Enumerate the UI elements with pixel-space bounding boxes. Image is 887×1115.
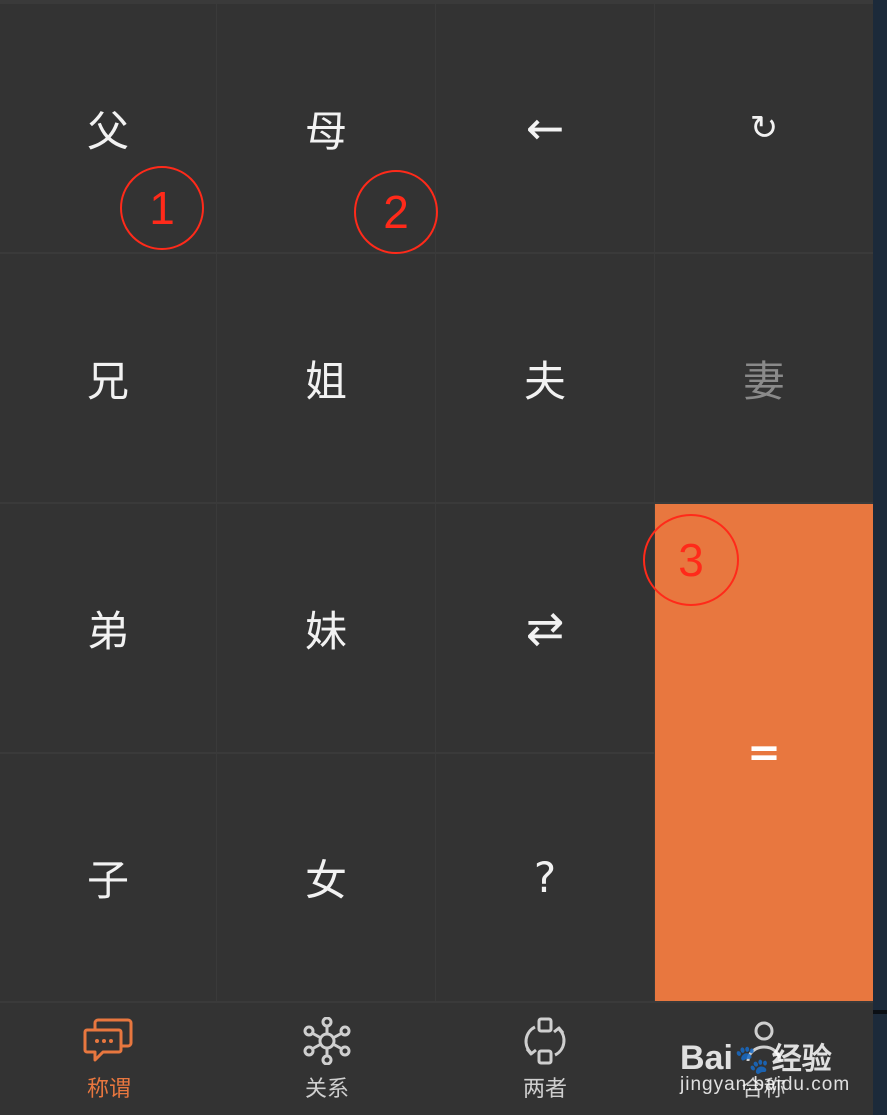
swap-key[interactable]: ⇄ bbox=[436, 504, 654, 752]
tab-liangzhe[interactable]: 两者 bbox=[436, 1003, 654, 1115]
tab-guanxi[interactable]: 关系 bbox=[218, 1003, 436, 1115]
key-son[interactable]: 子 bbox=[0, 754, 216, 1001]
backspace-key[interactable]: ← bbox=[436, 4, 654, 252]
key-daughter[interactable]: 女 bbox=[217, 754, 435, 1001]
edge-stripe bbox=[873, 1010, 887, 1014]
bottom-nav: 称谓 关系 两者 合称 bbox=[0, 1003, 873, 1115]
nav-label: 关系 bbox=[304, 1077, 349, 1102]
nav-label: 称谓 bbox=[86, 1077, 131, 1102]
nav-label: 两者 bbox=[522, 1077, 567, 1102]
key-father[interactable]: 父 bbox=[0, 4, 216, 252]
window-edge bbox=[873, 0, 887, 1115]
tab-hecheng[interactable]: 合称 bbox=[654, 1003, 873, 1115]
network-icon bbox=[301, 1017, 353, 1065]
two-way-cycle-icon bbox=[519, 1017, 571, 1065]
key-wife[interactable]: 妻 bbox=[655, 254, 873, 502]
key-husband[interactable]: 夫 bbox=[436, 254, 654, 502]
key-mother[interactable]: 母 bbox=[217, 4, 435, 252]
key-elder-sister[interactable]: 姐 bbox=[217, 254, 435, 502]
chat-bubbles-icon bbox=[83, 1017, 135, 1065]
group-icon bbox=[738, 1017, 790, 1065]
keypad: 父 母 ← ↻ 兄 姐 夫 妻 弟 妹 ⇄ = 子 女 ? bbox=[0, 4, 873, 1001]
key-elder-brother[interactable]: 兄 bbox=[0, 254, 216, 502]
unknown-key[interactable]: ? bbox=[436, 754, 654, 1001]
equals-key[interactable]: = bbox=[655, 504, 873, 1001]
nav-label: 合称 bbox=[741, 1077, 786, 1102]
reset-key[interactable]: ↻ bbox=[655, 4, 873, 252]
tab-chengwei[interactable]: 称谓 bbox=[0, 1003, 218, 1115]
key-younger-sister[interactable]: 妹 bbox=[217, 504, 435, 752]
key-younger-brother[interactable]: 弟 bbox=[0, 504, 216, 752]
